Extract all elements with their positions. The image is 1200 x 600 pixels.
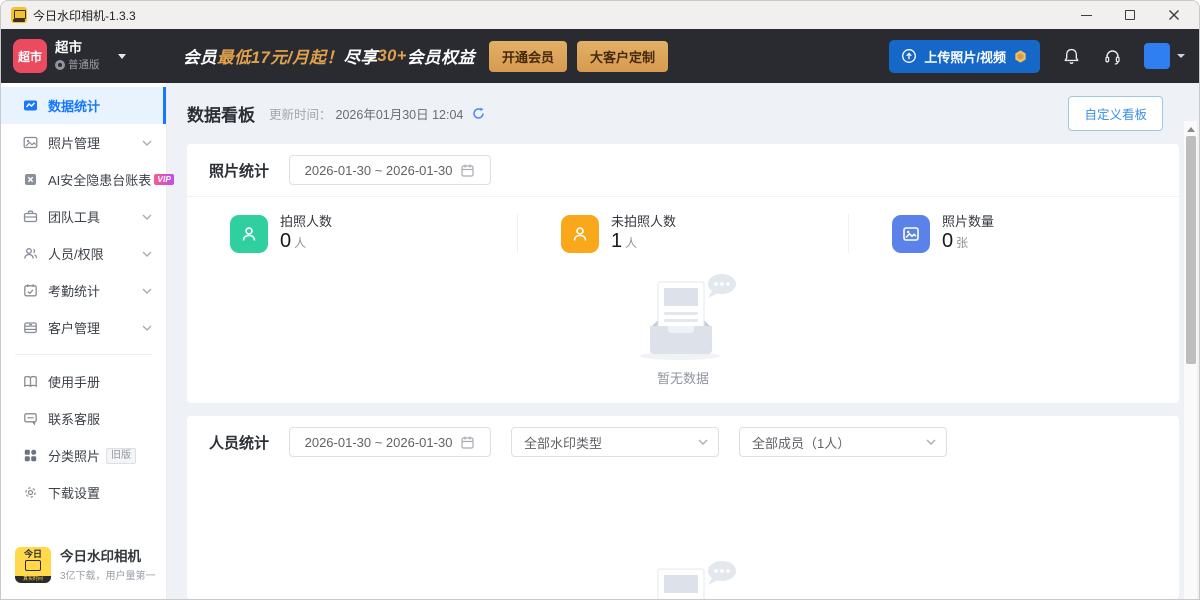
image-icon (892, 215, 930, 253)
chevron-down-icon (1177, 54, 1185, 58)
avatar (1144, 43, 1170, 69)
legacy-badge: 旧版 (106, 448, 136, 464)
calendar-icon (460, 435, 475, 450)
scroll-up-arrow-icon[interactable] (1187, 127, 1195, 132)
calendar-check-icon (23, 283, 38, 298)
chevron-down-icon (926, 439, 936, 445)
empty-text: 暂无数据 (657, 368, 709, 387)
sidebar-item-team-tools[interactable]: 团队工具 (1, 198, 166, 235)
page-title: 数据看板 (187, 101, 255, 126)
watermark-type-select[interactable]: 全部水印类型 (511, 427, 719, 457)
upload-icon (901, 48, 917, 64)
sidebar-item-user-manual[interactable]: 使用手册 (1, 363, 166, 400)
chat-icon (23, 411, 38, 426)
empty-box-illustration (628, 274, 738, 362)
app-icon (11, 7, 27, 23)
chevron-down-icon (142, 251, 152, 257)
gear-icon (23, 485, 38, 500)
vip-promo-banner: 会员最低17元/月起！尽享30+会员权益 (183, 44, 475, 68)
notifications-button[interactable] (1062, 47, 1081, 66)
gold-gem-icon (1013, 49, 1028, 64)
workspace-plan: 普通版 (68, 57, 100, 72)
calendar-icon (460, 163, 475, 178)
app-window: 今日水印相机-1.3.3 超市 超市 普通版 会员最低17元/月起！尽享30+会… (0, 0, 1200, 600)
titlebar: 今日水印相机-1.3.3 (1, 1, 1199, 29)
empty-box-illustration (628, 561, 738, 599)
dashboard-topbar: 数据看板 更新时间： 2026年01月30日 12:04 自定义看板 (187, 96, 1163, 131)
empty-state: 暂无数据 (187, 268, 1179, 403)
window-controls (1079, 8, 1191, 22)
photo-statistics-card: 照片统计 2026-01-30 ~ 2026-01-30 拍照人数 0人 (187, 144, 1179, 403)
people-stats-title: 人员统计 (209, 432, 269, 453)
briefcase-icon (23, 209, 38, 224)
document-x-icon (23, 172, 38, 187)
support-button[interactable] (1103, 47, 1122, 66)
top-header: 超市 超市 普通版 会员最低17元/月起！尽享30+会员权益 开通会员 大客户定… (1, 29, 1199, 83)
book-icon (23, 374, 38, 389)
enterprise-custom-button[interactable]: 大客户定制 (577, 41, 668, 72)
bell-icon (1062, 47, 1081, 66)
sidebar-item-members-permissions[interactable]: 人员/权限 (1, 235, 166, 272)
camera-icon (25, 560, 41, 571)
stat-photographed: 拍照人数 0人 (187, 214, 517, 253)
sidebar-item-download-settings[interactable]: 下载设置 (1, 474, 166, 511)
minimize-button[interactable] (1079, 8, 1093, 22)
chevron-down-icon (142, 140, 152, 146)
people-stats-date-range[interactable]: 2026-01-30 ~ 2026-01-30 (289, 427, 491, 457)
chart-icon (23, 98, 38, 113)
chevron-down-icon (142, 288, 152, 294)
people-icon (23, 246, 38, 261)
sidebar-footer: 今日 真实时间 今日水印相机 3亿下载，用户量第一 (1, 533, 166, 599)
chevron-down-icon (118, 54, 126, 59)
plan-badge-icon (55, 60, 65, 70)
customize-dashboard-button[interactable]: 自定义看板 (1068, 96, 1163, 131)
vertical-scrollbar[interactable] (1183, 121, 1197, 599)
sidebar-divider (15, 354, 152, 355)
grid-icon (23, 448, 38, 463)
main-content: 数据看板 更新时间： 2026年01月30日 12:04 自定义看板 照片统计 … (167, 83, 1199, 599)
stats-row: 拍照人数 0人 未拍照人数 1人 (187, 197, 1179, 268)
refresh-button[interactable] (471, 106, 486, 121)
sidebar-item-ai-safety-ledger[interactable]: AI安全隐患台账表 VIP (1, 161, 166, 198)
window-title: 今日水印相机-1.3.3 (33, 7, 136, 24)
sidebar: 数据统计 照片管理 AI安全隐患台账表 VIP 团队工 (1, 83, 167, 599)
updated-time: 2026年01月30日 12:04 (336, 104, 464, 123)
photo-icon (23, 135, 38, 150)
sidebar-item-attendance-statistics[interactable]: 考勤统计 (1, 272, 166, 309)
sidebar-item-data-statistics[interactable]: 数据统计 (1, 87, 166, 124)
sidebar-item-photo-management[interactable]: 照片管理 (1, 124, 166, 161)
workspace-switcher[interactable]: 超市 超市 普通版 (13, 39, 165, 73)
refresh-icon (471, 106, 486, 121)
scrollbar-thumb[interactable] (1186, 136, 1196, 364)
drawer-icon (23, 320, 38, 335)
updated-label: 更新时间： (269, 104, 332, 123)
upload-photo-video-button[interactable]: 上传照片/视频 (889, 40, 1040, 73)
stat-not-photographed: 未拍照人数 1人 (517, 214, 848, 253)
empty-state (187, 561, 1179, 599)
sidebar-item-contact-support[interactable]: 联系客服 (1, 400, 166, 437)
chevron-down-icon (142, 214, 152, 220)
people-statistics-card: 人员统计 2026-01-30 ~ 2026-01-30 全部水印类型 全部成员… (187, 416, 1179, 599)
user-menu[interactable] (1144, 43, 1185, 69)
open-vip-button[interactable]: 开通会员 (489, 41, 567, 72)
person-icon (230, 215, 268, 253)
workspace-name: 超市 (55, 40, 100, 55)
close-button[interactable] (1167, 8, 1181, 22)
sidebar-item-classified-photos[interactable]: 分类照片 旧版 (1, 437, 166, 474)
chevron-down-icon (142, 325, 152, 331)
workspace-logo: 超市 (13, 39, 47, 73)
person-icon (561, 215, 599, 253)
stat-photo-count: 照片数量 0张 (848, 214, 1179, 253)
chevron-down-icon (698, 439, 708, 445)
app-name: 今日水印相机 (60, 549, 156, 565)
photo-stats-date-range[interactable]: 2026-01-30 ~ 2026-01-30 (289, 155, 491, 185)
maximize-button[interactable] (1123, 8, 1137, 22)
headset-icon (1103, 47, 1122, 66)
sidebar-item-customer-management[interactable]: 客户管理 (1, 309, 166, 346)
app-tagline: 3亿下载，用户量第一 (60, 567, 156, 582)
app-logo: 今日 真实时间 (15, 547, 51, 583)
member-select[interactable]: 全部成员（1人） (739, 427, 947, 457)
close-icon (1168, 9, 1180, 21)
photo-stats-title: 照片统计 (209, 160, 269, 181)
